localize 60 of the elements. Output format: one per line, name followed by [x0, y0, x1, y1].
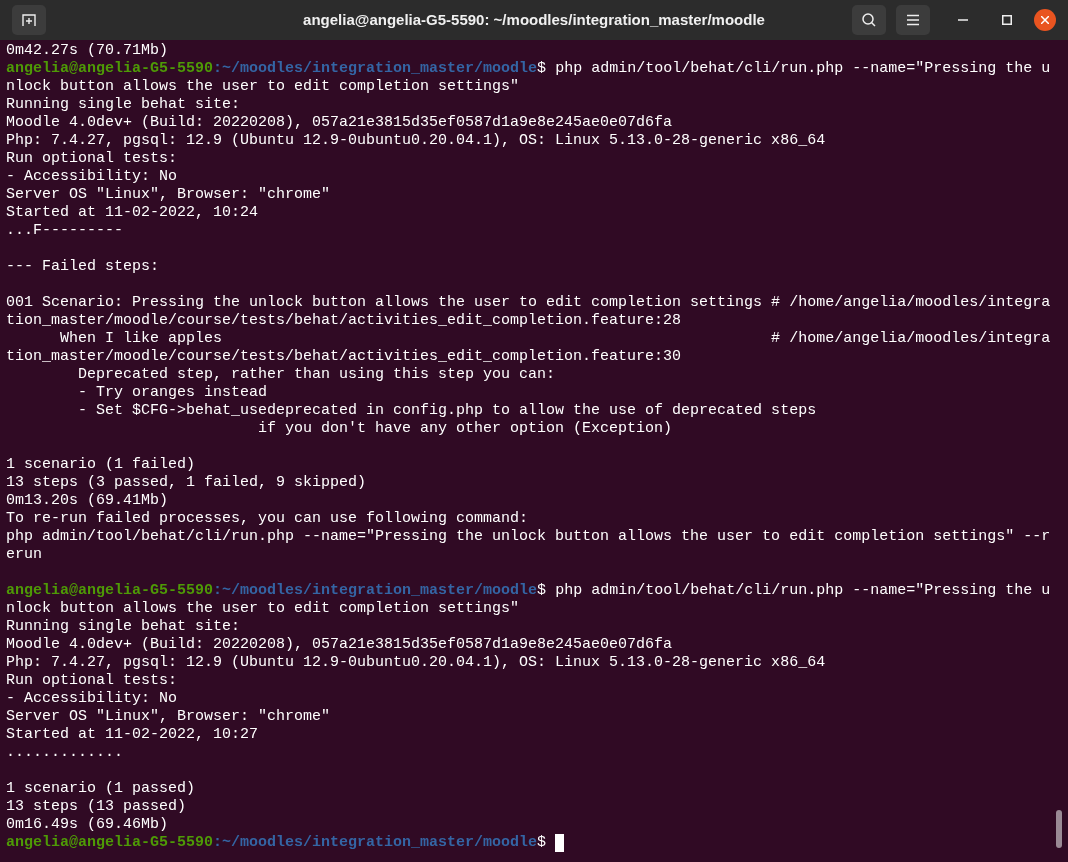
prompt-path: :~/moodles/integration_master/moodle [213, 834, 538, 852]
close-button[interactable] [1034, 9, 1056, 31]
output-line: 0m13.20s (69.41Mb) [6, 492, 169, 510]
output-line: Moodle 4.0dev+ (Build: 20220208), 057a21e3815d35ef0587d1a9e8e245ae0e07d6fa [6, 636, 673, 654]
output-line: ...F--------- [6, 222, 124, 240]
close-icon [1041, 16, 1049, 24]
output-line: 1 scenario (1 failed) [6, 456, 196, 474]
prompt-user-host: angelia@angelia-G5-5590 [6, 834, 214, 852]
output-line: Started at 11-02-2022, 10:27 [6, 726, 259, 744]
output-line: nlock button allows the user to edit completion settings" [6, 600, 520, 618]
output-line: To re-run failed processes, you can use following command: [6, 510, 529, 528]
output-line: ............. [6, 744, 124, 762]
output-line: - Set $CFG->behat_usedeprecated in config.php to allow the use of deprecated steps [77, 402, 817, 420]
menu-button[interactable] [896, 5, 930, 35]
output-line: Running single behat site: [6, 618, 241, 636]
output-line: Deprecated step, rather than using this step you can: [77, 366, 556, 384]
new-tab-icon [21, 12, 37, 28]
output-line: Moodle 4.0dev+ (Build: 20220208), 057a21e3815d35ef0587d1a9e8e245ae0e07d6fa [6, 114, 673, 132]
prompt-user-host: angelia@angelia-G5-5590 [6, 60, 214, 78]
output-line: nlock button allows the user to edit completion settings" [6, 78, 520, 96]
prompt-path: :~/moodles/integration_master/moodle [213, 582, 538, 600]
prompt-symbol: $ [537, 582, 547, 600]
output-line: erun [6, 546, 42, 564]
search-icon [861, 12, 877, 28]
output-line: - Accessibility: No [6, 168, 178, 186]
output-line: php admin/tool/behat/cli/run.php --name="Pressing the unlock button allows the user to edit completion settings" --r [6, 528, 1051, 546]
output-line: - Accessibility: No [6, 690, 178, 708]
output-line: 001 Scenario: Pressing the unlock button allows the user to edit completion settings # /home/angelia/moodles/integra [6, 294, 1051, 312]
output-line: Run optional tests: [6, 672, 178, 690]
minimize-icon [958, 19, 968, 21]
output-line: 13 steps (3 passed, 1 failed, 9 skipped) [6, 474, 367, 492]
command-text: php admin/tool/behat/cli/run.php --name="Pressing the u [555, 582, 1051, 600]
prompt-symbol: $ [537, 60, 547, 78]
output-line: When I like apples # /home/angelia/moodles/integra [59, 330, 1051, 348]
output-line: - Try oranges instead [77, 384, 268, 402]
search-button[interactable] [852, 5, 886, 35]
prompt-symbol: $ [537, 834, 547, 852]
output-line: Run optional tests: [6, 150, 178, 168]
prompt-path: :~/moodles/integration_master/moodle [213, 60, 538, 78]
output-line: Running single behat site: [6, 96, 241, 114]
output-line: 0m16.49s (69.46Mb) [6, 816, 169, 834]
output-line: tion_master/moodle/course/tests/behat/activities_edit_completion.feature:30 [6, 348, 682, 366]
new-tab-button[interactable] [12, 5, 46, 35]
output-line: Server OS "Linux", Browser: "chrome" [6, 708, 331, 726]
scrollbar-thumb[interactable] [1056, 810, 1062, 848]
prompt-user-host: angelia@angelia-G5-5590 [6, 582, 214, 600]
output-line: --- Failed steps: [6, 258, 160, 276]
output-line: Php: 7.4.27, pgsql: 12.9 (Ubuntu 12.9-0ubuntu0.20.04.1), OS: Linux 5.13.0-28-generic x86_64 [6, 654, 826, 672]
command-text: php admin/tool/behat/cli/run.php --name="Pressing the u [555, 60, 1051, 78]
menu-icon [906, 14, 920, 26]
output-line: Server OS "Linux", Browser: "chrome" [6, 186, 331, 204]
output-line: 13 steps (13 passed) [6, 798, 187, 816]
maximize-icon [1002, 15, 1012, 25]
output-line: 0m42.27s (70.71Mb) [6, 42, 169, 60]
output-line: Php: 7.4.27, pgsql: 12.9 (Ubuntu 12.9-0ubuntu0.20.04.1), OS: Linux 5.13.0-28-generic x86_64 [6, 132, 826, 150]
output-line: 1 scenario (1 passed) [6, 780, 196, 798]
output-line: Started at 11-02-2022, 10:24 [6, 204, 259, 222]
output-line: if you don't have any other option (Exception) [257, 420, 673, 438]
output-line: tion_master/moodle/course/tests/behat/activities_edit_completion.feature:28 [6, 312, 682, 330]
window-title: angelia@angelia-G5-5590: ~/moodles/integration_master/moodle [302, 9, 766, 30]
